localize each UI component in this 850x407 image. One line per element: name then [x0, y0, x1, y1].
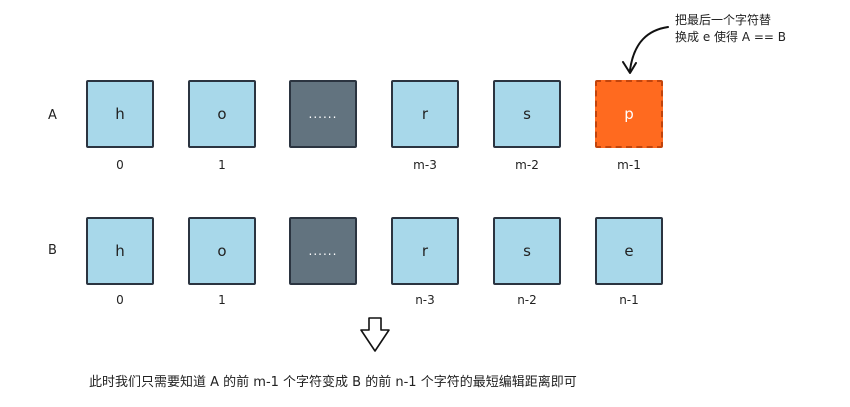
explanation-caption: 此时我们只需要知道 A 的前 m-1 个字符变成 B 的前 n-1 个字符的最短… [89, 375, 577, 390]
annotation-arrow-icon [622, 26, 669, 74]
diagram-arrows [360, 26, 669, 352]
down-arrow-icon [360, 317, 390, 352]
